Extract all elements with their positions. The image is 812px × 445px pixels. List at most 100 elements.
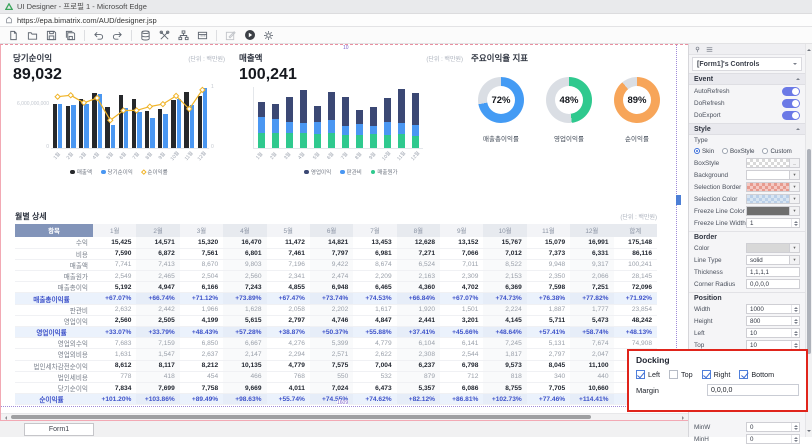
toggle-autorefresh[interactable] xyxy=(782,86,800,96)
segment-매출원가 xyxy=(412,135,420,148)
property-row-boxstyle: BoxStyle... xyxy=(689,157,805,169)
cell: 4,947 xyxy=(136,281,180,294)
browser-titlebar: UI Designer - 프로필 1 - Microsoft Edge xyxy=(0,0,812,14)
section-title: Event xyxy=(694,75,714,83)
scroll-up-icon[interactable] xyxy=(807,47,812,51)
text-input[interactable]: 0,0,0,0 xyxy=(746,279,800,289)
tab-form1[interactable]: Form1 xyxy=(24,422,94,436)
cell: +98.63% xyxy=(223,393,267,406)
checkbox-top[interactable] xyxy=(669,370,678,379)
spinner[interactable] xyxy=(791,329,799,337)
docking-option-right[interactable]: Right xyxy=(701,370,730,379)
more-button[interactable]: ... xyxy=(789,159,799,167)
row-label: 매출원가 xyxy=(15,270,93,283)
bar-group xyxy=(183,91,196,148)
docking-option-bottom[interactable]: Bottom xyxy=(739,370,774,379)
dropdown-icon[interactable]: ▾ xyxy=(789,195,799,203)
cell: 340 xyxy=(526,371,571,383)
color-picker[interactable]: ▾ xyxy=(746,182,800,192)
spinner[interactable] xyxy=(791,435,799,443)
spinner[interactable] xyxy=(791,423,799,431)
radio-option-skin[interactable]: Skin xyxy=(694,148,714,155)
color-picker[interactable]: ▾ xyxy=(746,170,800,180)
new-document-icon[interactable] xyxy=(7,29,20,42)
cell: 9,669 xyxy=(223,382,267,395)
undo-icon[interactable] xyxy=(92,29,105,42)
cell: 7,024 xyxy=(309,382,354,395)
spinner[interactable] xyxy=(791,341,799,349)
radio-option-custom[interactable]: Custom xyxy=(762,148,792,155)
number-input[interactable]: 1000 xyxy=(746,304,800,314)
color-picker[interactable]: ... xyxy=(746,158,800,168)
chart1-plot: 6,000,000,000 0 1 0 xyxy=(17,84,214,150)
scroll-down-icon[interactable] xyxy=(807,430,812,434)
pin-icon[interactable] xyxy=(694,46,701,53)
color-picker[interactable]: ▾ xyxy=(746,243,800,253)
dropdown-icon[interactable]: ▾ xyxy=(789,244,799,252)
cell: 6,948 xyxy=(309,281,354,294)
number-input[interactable]: 1 xyxy=(746,218,800,228)
cell: 2,505 xyxy=(136,315,180,328)
section-header-event[interactable]: Event xyxy=(689,73,805,85)
toggle-doexport[interactable] xyxy=(782,110,800,120)
text-input[interactable]: 1,1,1,1 xyxy=(746,267,800,277)
color-picker[interactable]: ▾ xyxy=(746,194,800,204)
scroll-left-icon[interactable] xyxy=(3,415,7,420)
scrollbar-thumb[interactable] xyxy=(807,149,811,354)
spinner[interactable] xyxy=(791,317,799,325)
list-icon[interactable] xyxy=(706,46,713,53)
docking-option-top[interactable]: Top xyxy=(669,370,693,379)
segment-판관비 xyxy=(327,120,335,134)
color-picker[interactable]: ▾ xyxy=(746,206,800,216)
section-header-style[interactable]: Style xyxy=(689,123,805,135)
horizontal-scrollbar[interactable] xyxy=(1,413,688,420)
save-all-icon[interactable] xyxy=(64,29,77,42)
donut-ring: 89% xyxy=(614,77,660,123)
controls-panel-header[interactable]: [Form1]'s Controls xyxy=(692,57,802,71)
margin-input[interactable]: 0,0,0,0 xyxy=(707,384,799,396)
spinner[interactable] xyxy=(791,219,799,227)
scrollbar-thumb[interactable] xyxy=(11,415,591,419)
checkbox-bottom[interactable] xyxy=(739,370,749,379)
docking-option-left[interactable]: Left xyxy=(636,370,660,379)
legend-marker xyxy=(141,169,147,175)
checkbox-label: Left xyxy=(648,370,660,379)
radio-option-boxstyle[interactable]: BoxStyle xyxy=(722,148,754,155)
cell: 7,066 xyxy=(440,248,484,260)
browser-urlbar[interactable]: https://epa.bimatrix.com/AUD/designer.js… xyxy=(0,14,812,27)
cell: +76.38% xyxy=(526,292,571,305)
checkbox-right[interactable] xyxy=(701,370,711,379)
edit-icon[interactable] xyxy=(224,29,237,42)
number-input[interactable]: 10 xyxy=(746,328,800,338)
dropdown-icon[interactable]: ▾ xyxy=(789,207,799,215)
settings-icon[interactable] xyxy=(262,29,275,42)
spinner[interactable] xyxy=(791,305,799,313)
property-label: Background xyxy=(694,171,729,179)
run-icon[interactable] xyxy=(243,29,256,42)
database-icon[interactable] xyxy=(139,29,152,42)
number-input[interactable]: 0 xyxy=(746,422,800,432)
cell: 2,632 xyxy=(93,304,137,316)
cell: 6,086 xyxy=(440,382,484,395)
segment-매출원가 xyxy=(271,133,279,148)
tools-icon[interactable] xyxy=(158,29,171,42)
panel-unit: (단위 : 백만원) xyxy=(426,57,463,63)
table-row: 영업이익률 +33.07% +33.79% +48.43% +57.28% +38.87%… xyxy=(15,326,657,339)
widget-grid-icon[interactable] xyxy=(196,29,209,42)
save-icon[interactable] xyxy=(45,29,58,42)
redo-icon[interactable] xyxy=(111,29,124,42)
design-canvas[interactable]: 당기순이익 (단위 : 백만원) 89,032 6,000,000,000 0 … xyxy=(0,44,688,421)
number-input[interactable]: 800 xyxy=(746,316,800,326)
number-input[interactable]: 0 xyxy=(746,434,800,444)
dropdown-icon[interactable]: ▾ xyxy=(789,171,799,179)
hierarchy-icon[interactable] xyxy=(177,29,190,42)
toggle-dorefresh[interactable] xyxy=(782,98,800,108)
resize-handle[interactable] xyxy=(676,195,681,205)
cell: 74,908 xyxy=(613,337,657,350)
open-folder-icon[interactable] xyxy=(26,29,39,42)
dropdown-icon[interactable]: ▾ xyxy=(789,183,799,191)
cell: 2,202 xyxy=(309,304,354,316)
checkbox-left[interactable] xyxy=(636,370,645,379)
select-input[interactable]: solid ▾ xyxy=(746,255,800,265)
scroll-right-icon[interactable] xyxy=(682,415,686,420)
